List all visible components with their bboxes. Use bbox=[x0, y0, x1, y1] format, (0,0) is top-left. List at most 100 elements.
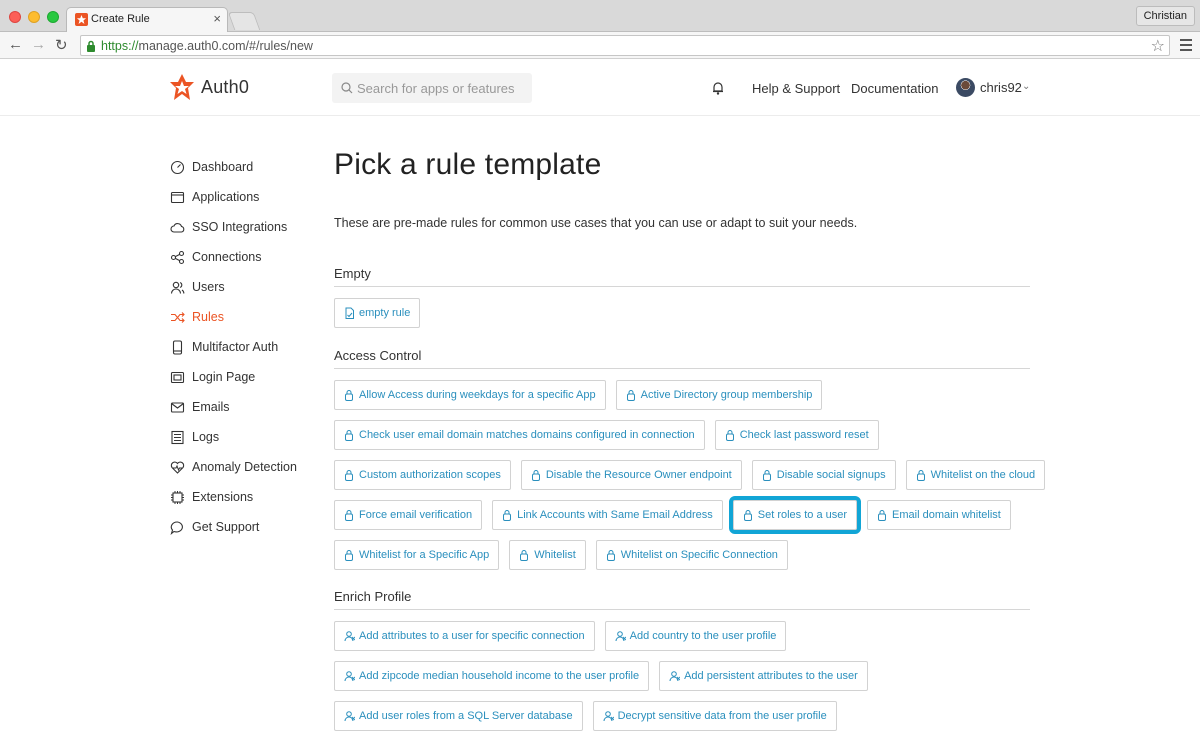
user-profile-icon bbox=[344, 711, 355, 722]
template-button-add-user-roles-from-a-sql-server-database[interactable]: Add user roles from a SQL Server databas… bbox=[334, 701, 583, 731]
template-button-whitelist[interactable]: Whitelist bbox=[509, 540, 586, 570]
template-button-add-attributes-to-a-user-for-specific-connection[interactable]: Add attributes to a user for specific co… bbox=[334, 621, 595, 651]
template-button-custom-authorization-scopes[interactable]: Custom authorization scopes bbox=[334, 460, 511, 490]
search-box[interactable] bbox=[332, 73, 532, 103]
template-button-add-persistent-attributes-to-the-user[interactable]: Add persistent attributes to the user bbox=[659, 661, 868, 691]
browser-tab-bar: Create Rule × Christian bbox=[0, 0, 1200, 32]
address-bar: ← → ↻ https://manage.auth0.com/#/rules/n… bbox=[0, 32, 1200, 59]
sidebar-item-logs[interactable]: Logs bbox=[170, 422, 320, 452]
user-profile-icon bbox=[344, 631, 355, 642]
help-support-link[interactable]: Help & Support bbox=[752, 81, 840, 96]
template-label: Set roles to a user bbox=[757, 509, 848, 521]
sidebar-item-sso-integrations[interactable]: SSO Integrations bbox=[170, 212, 320, 242]
sidebar-item-applications[interactable]: Applications bbox=[170, 182, 320, 212]
template-label: Disable social signups bbox=[776, 469, 886, 481]
template-button-email-domain-whitelist[interactable]: Email domain whitelist bbox=[867, 500, 1011, 530]
template-button-link-accounts-with-same-email-address[interactable]: Link Accounts with Same Email Address bbox=[492, 500, 723, 530]
template-button-whitelist-for-a-specific-app[interactable]: Whitelist for a Specific App bbox=[334, 540, 500, 570]
sidebar-item-label: Logs bbox=[192, 430, 220, 444]
mail-icon bbox=[170, 400, 185, 415]
notifications-bell-icon[interactable] bbox=[712, 81, 724, 95]
sidebar-item-users[interactable]: Users bbox=[170, 272, 320, 302]
browser-menu-icon[interactable] bbox=[1180, 39, 1192, 54]
dashboard-icon bbox=[170, 160, 185, 175]
sidebar-item-get-support[interactable]: Get Support bbox=[170, 512, 320, 542]
template-label: Add attributes to a user for specific co… bbox=[359, 630, 585, 642]
url-text: https://manage.auth0.com/#/rules/new bbox=[101, 39, 313, 53]
template-button-check-user-email-domain-matches-domains-configured-in-connection[interactable]: Check user email domain matches domains … bbox=[334, 420, 705, 450]
logs-icon bbox=[170, 430, 185, 445]
sidebar-item-extensions[interactable]: Extensions bbox=[170, 482, 320, 512]
template-button-add-country-to-the-user-profile[interactable]: Add country to the user profile bbox=[604, 621, 787, 651]
rules-icon bbox=[170, 310, 185, 325]
sidebar-item-rules[interactable]: Rules bbox=[170, 302, 320, 332]
user-profile-icon bbox=[344, 671, 355, 682]
template-button-disable-social-signups[interactable]: Disable social signups bbox=[751, 460, 896, 490]
tab-title: Create Rule bbox=[91, 13, 150, 25]
chevron-down-icon[interactable]: ⌄ bbox=[1022, 81, 1030, 92]
documentation-link[interactable]: Documentation bbox=[851, 81, 938, 96]
chat-icon bbox=[170, 520, 183, 535]
tab-close-icon[interactable]: × bbox=[213, 11, 221, 26]
lock-icon bbox=[87, 40, 95, 52]
close-window-button[interactable] bbox=[9, 11, 21, 23]
template-button-check-last-password-reset[interactable]: Check last password reset bbox=[714, 420, 879, 450]
template-label: Whitelist for a Specific App bbox=[359, 549, 490, 561]
auth0-logo[interactable]: Auth0 bbox=[169, 73, 249, 101]
browser-profile-button[interactable]: Christian bbox=[1135, 6, 1195, 26]
new-tab-button[interactable] bbox=[227, 12, 261, 30]
template-label: empty rule bbox=[359, 307, 411, 319]
lock-icon bbox=[345, 430, 353, 441]
sidebar-item-emails[interactable]: Emails bbox=[170, 392, 320, 422]
page-title: Pick a rule template bbox=[334, 148, 602, 181]
template-row: Whitelist for a Specific App Whitelist Whi… bbox=[334, 540, 1030, 570]
lock-icon bbox=[743, 510, 752, 521]
lock-icon bbox=[916, 470, 925, 481]
bookmark-star-icon[interactable]: ☆ bbox=[1151, 36, 1165, 56]
template-button-decrypt-sensitive-data-from-the-user-profile[interactable]: Decrypt sensitive data from the user pro… bbox=[592, 701, 837, 731]
template-button-force-email-verification[interactable]: Force email verification bbox=[334, 500, 483, 530]
section-empty: Empty empty rule bbox=[334, 266, 1030, 338]
page-subtitle: These are pre-made rules for common use … bbox=[334, 216, 858, 230]
connections-icon bbox=[170, 250, 185, 265]
user-menu[interactable]: chris92 bbox=[980, 80, 1022, 95]
heart-icon bbox=[170, 461, 185, 474]
document-icon bbox=[345, 307, 354, 319]
search-input[interactable] bbox=[357, 79, 527, 97]
sidebar-item-label: Anomaly Detection bbox=[192, 460, 297, 474]
template-button-set-roles-to-a-user[interactable]: Set roles to a user bbox=[728, 496, 862, 534]
lock-icon bbox=[531, 470, 540, 481]
template-button-add-zipcode-median-household-income-to-the-user-profile[interactable]: Add zipcode median household income to t… bbox=[334, 661, 650, 691]
mail-icon bbox=[170, 401, 185, 413]
connections-icon bbox=[170, 250, 185, 264]
applications-icon bbox=[170, 190, 185, 205]
sidebar-item-multifactor-auth[interactable]: Multifactor Auth bbox=[170, 332, 320, 362]
template-label: Add zipcode median household income to t… bbox=[359, 670, 640, 682]
section-heading: Enrich Profile bbox=[334, 589, 1030, 610]
template-button-disable-the-resource-owner-endpoint[interactable]: Disable the Resource Owner endpoint bbox=[520, 460, 742, 490]
sidebar-item-dashboard[interactable]: Dashboard bbox=[170, 152, 320, 182]
sidebar-item-login-page[interactable]: Login Page bbox=[170, 362, 320, 392]
browser-tab[interactable]: Create Rule × bbox=[66, 7, 228, 32]
template-label: Force email verification bbox=[359, 509, 473, 521]
template-button-allow-access-during-weekdays-for-a-specific-app[interactable]: Allow Access during weekdays for a speci… bbox=[334, 380, 606, 410]
sidebar-item-anomaly-detection[interactable]: Anomaly Detection bbox=[170, 452, 320, 482]
login-page-icon bbox=[170, 370, 185, 385]
template-button-active-directory-group-membership[interactable]: Active Directory group membership bbox=[615, 380, 823, 410]
template-row: Force email verification Link Accounts wi… bbox=[334, 496, 1030, 534]
template-button-whitelist-on-the-cloud[interactable]: Whitelist on the cloud bbox=[905, 460, 1046, 490]
reload-icon[interactable]: ↻ bbox=[55, 36, 68, 54]
template-label: Disable the Resource Owner endpoint bbox=[545, 469, 732, 481]
minimize-window-button[interactable] bbox=[28, 11, 40, 23]
avatar[interactable] bbox=[956, 78, 975, 97]
applications-icon bbox=[170, 191, 185, 203]
sidebar-item-connections[interactable]: Connections bbox=[170, 242, 320, 272]
back-arrow-icon[interactable]: ← bbox=[8, 36, 23, 53]
template-row: Check user email domain matches domains … bbox=[334, 420, 1030, 450]
template-button-empty-rule[interactable]: empty rule bbox=[334, 298, 421, 328]
url-input[interactable]: https://manage.auth0.com/#/rules/new ☆ bbox=[80, 35, 1170, 56]
template-button-whitelist-on-specific-connection[interactable]: Whitelist on Specific Connection bbox=[595, 540, 788, 570]
maximize-window-button[interactable] bbox=[47, 11, 59, 23]
template-label: Check user email domain matches domains … bbox=[359, 429, 695, 441]
forward-arrow-icon[interactable]: → bbox=[31, 36, 46, 53]
